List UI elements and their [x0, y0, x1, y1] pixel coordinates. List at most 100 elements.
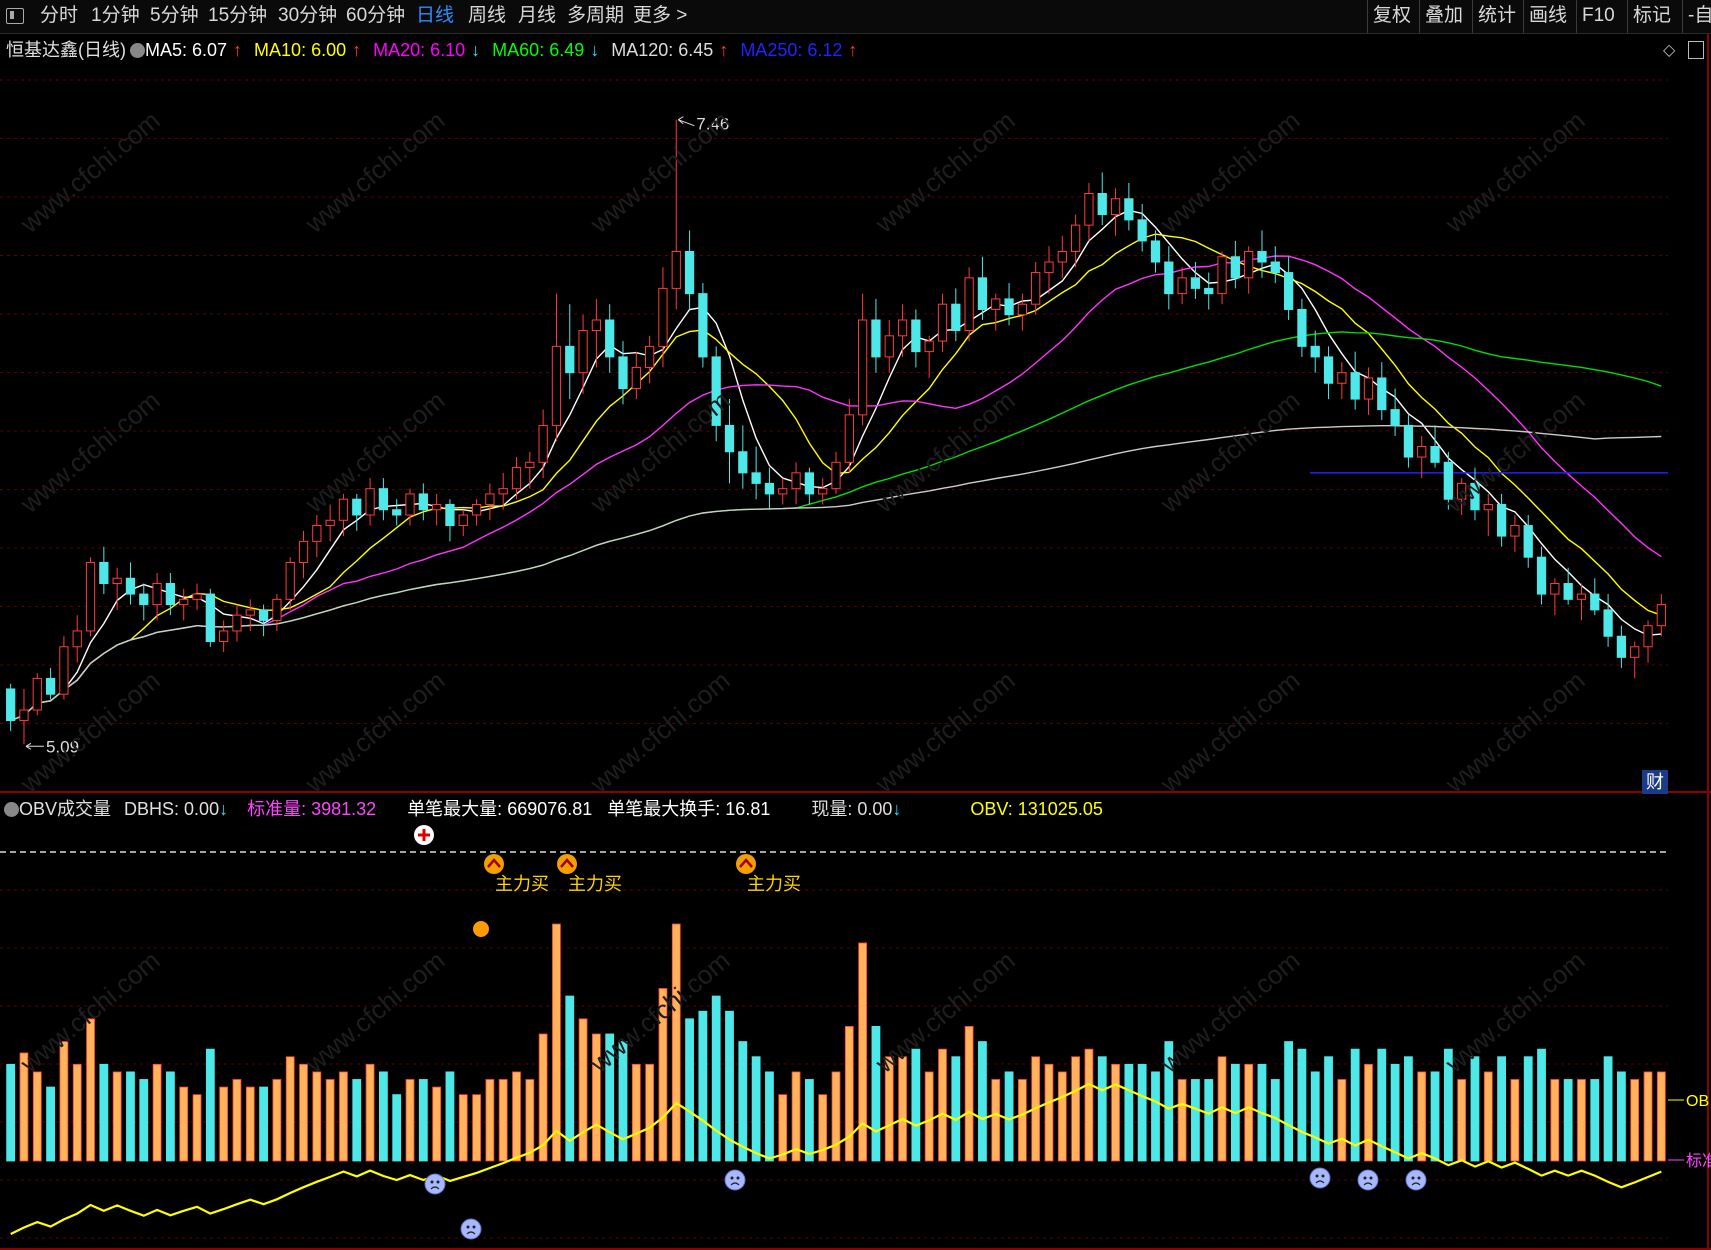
volume-bar [1324, 1056, 1333, 1162]
diamond-icon[interactable]: ◇ [1663, 40, 1675, 60]
volume-bar [871, 1025, 881, 1162]
period-tab-0[interactable]: 分时 [40, 4, 78, 28]
candle-body [1363, 377, 1374, 400]
candle-body [911, 319, 921, 353]
volume-bar [179, 1086, 189, 1162]
volume-bar [844, 1025, 854, 1162]
volume-bar [978, 1041, 987, 1162]
period-tab-1[interactable]: 1分钟 [91, 4, 140, 28]
toolbar-button-0[interactable]: 复权 [1373, 4, 1411, 28]
period-tab-6[interactable]: 日线 [416, 4, 454, 28]
ma-legend-0: MA5: 6.07 [145, 40, 228, 60]
window-icon[interactable] [1688, 41, 1704, 59]
ma-arrow-0: ↑ [233, 40, 243, 60]
volume-bar [711, 995, 721, 1162]
candle-body [804, 472, 815, 495]
candle-body [392, 509, 402, 516]
candle-body [1270, 261, 1280, 274]
period-tab-4[interactable]: 30分钟 [278, 4, 337, 28]
candle-body [1603, 609, 1613, 637]
volume-bar [1617, 1071, 1626, 1162]
volume-bar [59, 1041, 69, 1162]
toolbar-button-1[interactable]: 叠加 [1425, 4, 1463, 28]
current-volume: 现量: 0.00 [811, 799, 893, 819]
volume-bar [1004, 1071, 1014, 1162]
ma-legend-4: MA120: 6.45 [611, 40, 714, 60]
toolbar-button-6[interactable]: -自 [1688, 4, 1711, 28]
sad-face-icon [1357, 1169, 1379, 1191]
candle-body [19, 709, 29, 722]
ma-arrow-4: ↑ [719, 40, 729, 60]
candle-body [1350, 372, 1360, 400]
panel-toggle-icon[interactable] [6, 8, 24, 24]
candle-body [125, 577, 136, 595]
toolbar-button-2[interactable]: 统计 [1478, 4, 1516, 28]
settings-circle-icon[interactable] [130, 43, 145, 58]
candle-body [1004, 298, 1014, 316]
candle-body [1031, 272, 1041, 305]
candle-body [605, 319, 615, 358]
sub-settings-circle-icon[interactable] [4, 802, 19, 817]
toolbar-button-4[interactable]: F10 [1582, 4, 1615, 28]
volume-bar [1603, 1056, 1613, 1162]
candle-body [1656, 604, 1666, 627]
period-tab-2[interactable]: 5分钟 [150, 4, 199, 28]
candle-body [844, 414, 854, 463]
volume-bar [219, 1086, 229, 1162]
candle-body [1137, 219, 1147, 242]
candle-body [671, 250, 681, 289]
candle-body [818, 488, 828, 495]
period-tab-9[interactable]: 多周期 [567, 4, 624, 28]
finance-badge[interactable]: 财 [1642, 770, 1668, 794]
candle-body [1150, 240, 1161, 263]
volume-bar [285, 1056, 295, 1162]
volume-bar [86, 1018, 95, 1162]
toolbar-separator [1523, 0, 1524, 33]
volume-bar [1430, 1071, 1440, 1162]
volume-bar [1656, 1071, 1666, 1162]
period-tab-3[interactable]: 15分钟 [208, 4, 267, 28]
candle-body [179, 598, 189, 606]
toolbar-button-3[interactable]: 画线 [1529, 4, 1567, 28]
candle-body [1283, 272, 1294, 310]
candle-body [1337, 372, 1347, 384]
volume-bar [245, 1086, 255, 1162]
volume-bar [1510, 1079, 1520, 1162]
volume-bar [1470, 1056, 1480, 1162]
toolbar-button-5[interactable]: 标记 [1633, 4, 1671, 28]
volume-bar [1483, 1071, 1493, 1162]
ma-arrow-1: ↑ [352, 40, 362, 60]
volume-bar [1177, 1079, 1187, 1162]
signal-1-icon [484, 854, 504, 874]
period-tab-5[interactable]: 60分钟 [346, 4, 405, 28]
volume-bar [1404, 1056, 1413, 1162]
period-tab-7[interactable]: 周线 [468, 4, 506, 28]
watermark: www.cfchi.com [1154, 665, 1306, 799]
volume-bar [485, 1079, 495, 1162]
candle-body [192, 593, 202, 600]
volume-bar [1071, 1056, 1081, 1162]
candle-body [1070, 224, 1081, 252]
volume-bar [1417, 1071, 1427, 1162]
candle-body [1377, 377, 1387, 411]
signal-3-label: 主力买 [747, 874, 801, 894]
volume-bar [1537, 1048, 1546, 1162]
sad-face-eye [472, 1225, 476, 1229]
candle-body [45, 677, 56, 695]
volume-bar [458, 1094, 468, 1162]
candle-body [365, 488, 375, 516]
volume-bar [312, 1071, 322, 1162]
volume-bar [99, 1063, 109, 1162]
chart-area[interactable]: 7.465.09OB标准主力买 主力买 主力买www.cfchi.com www.cf… [0, 34, 1711, 1250]
volume-bar [1111, 1063, 1120, 1162]
ma-legend-3: MA60: 6.49 [492, 40, 585, 60]
candle-body [1323, 356, 1334, 384]
period-tab-10[interactable]: 更多 > [633, 4, 687, 28]
candle-body [977, 277, 988, 310]
candle-body [112, 577, 122, 585]
candle-body [724, 424, 735, 453]
volume-bar [1137, 1063, 1147, 1162]
volume-bar [738, 1041, 748, 1162]
volume-bar [1151, 1071, 1160, 1162]
period-tab-8[interactable]: 月线 [518, 4, 556, 28]
